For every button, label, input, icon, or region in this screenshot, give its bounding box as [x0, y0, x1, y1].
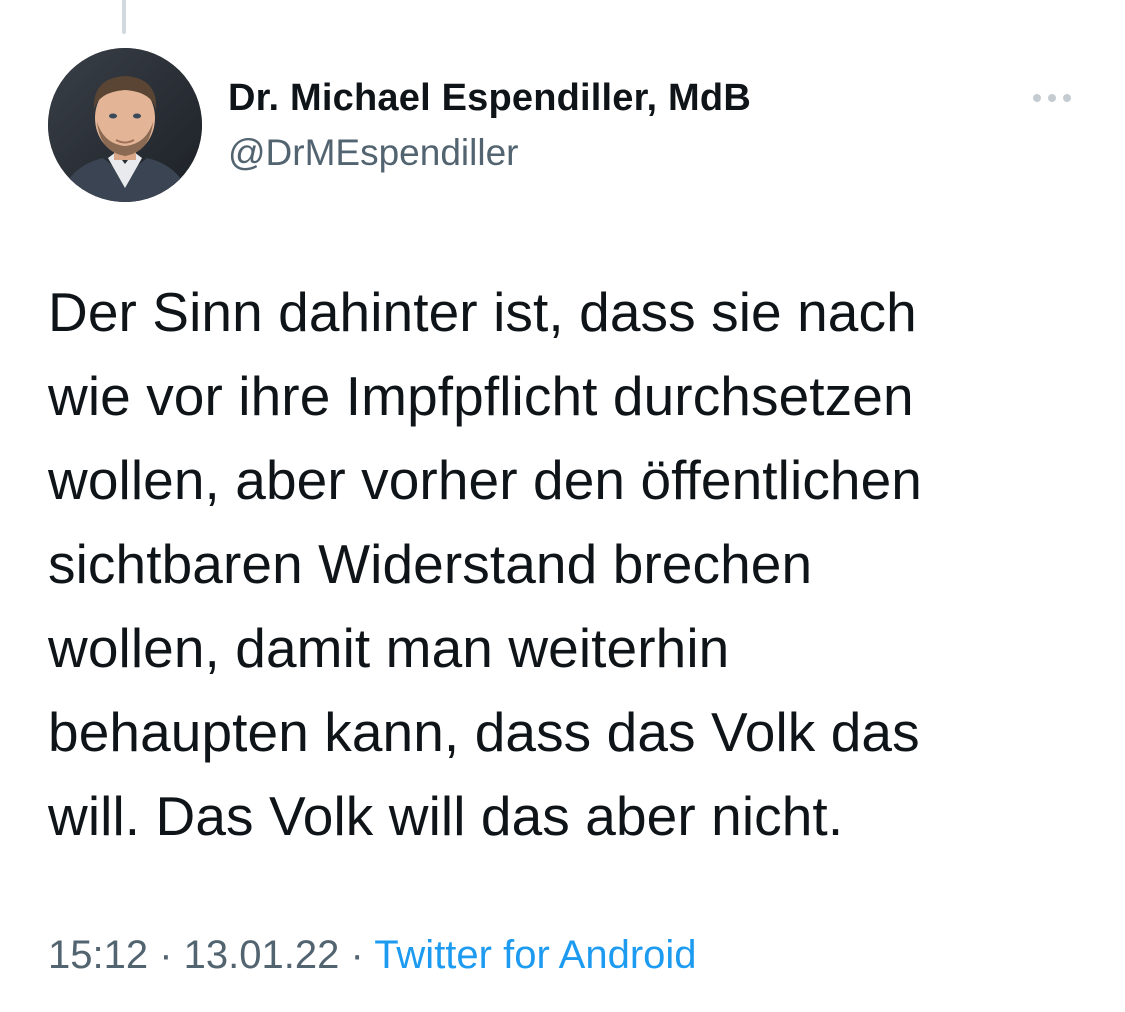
meta-separator: · [339, 933, 375, 977]
tweet-date[interactable]: 13.01.22 [184, 933, 340, 977]
tweet-author: Dr. Michael Espendiller, MdB @DrMEspendi… [228, 74, 751, 176]
more-options-button[interactable] [1024, 84, 1080, 112]
avatar[interactable] [48, 48, 202, 202]
person-portrait-icon [48, 48, 202, 202]
thread-connector-line [122, 0, 126, 34]
author-handle[interactable]: @DrMEspendiller [228, 130, 751, 176]
tweet-metadata: 15:12 · 13.01.22 · Twitter for Android [48, 930, 697, 980]
tweet-time[interactable]: 15:12 [48, 933, 148, 977]
meta-separator: · [148, 933, 184, 977]
tweet-text: Der Sinn dahinter ist, dass sie nach wie… [48, 281, 922, 847]
more-horizontal-icon [1033, 94, 1071, 102]
author-display-name[interactable]: Dr. Michael Espendiller, MdB [228, 74, 751, 122]
tweet-source-link[interactable]: Twitter for Android [374, 933, 696, 977]
